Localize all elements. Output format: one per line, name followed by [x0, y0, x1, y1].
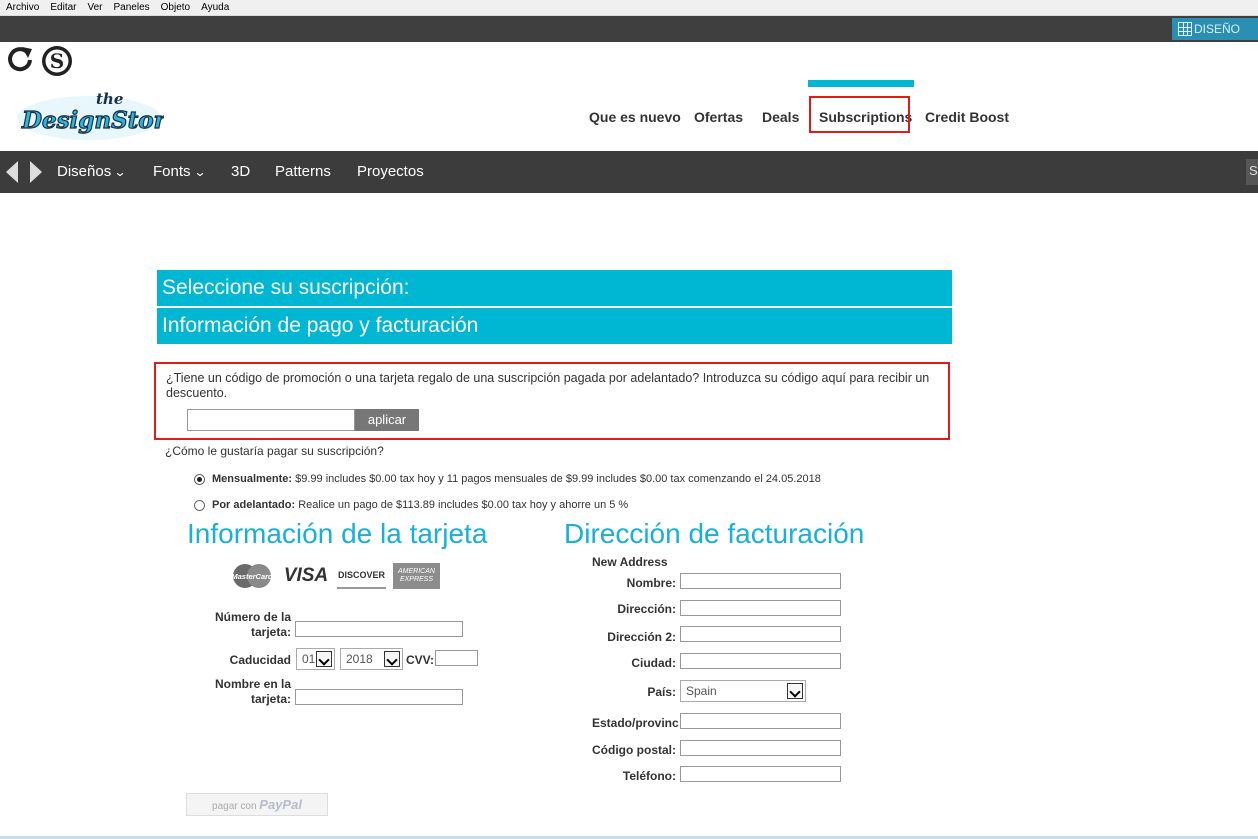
paypal-prefix: pagar con: [212, 801, 257, 812]
address-label: Dirección:: [617, 602, 676, 616]
expiry-year-value: 2018: [346, 652, 373, 666]
card-section-title: Información de la tarjeta: [187, 518, 488, 549]
nav-ofertas[interactable]: Ofertas: [694, 109, 743, 125]
menu-editar[interactable]: Editar: [50, 2, 76, 13]
cvv-label: CVV:: [405, 653, 434, 667]
menu-ver[interactable]: Ver: [87, 2, 102, 13]
chevron-down-icon: [316, 651, 332, 667]
app-menubar: Archivo Editar Ver Paneles Objeto Ayuda: [0, 0, 1258, 16]
subscriptions-highlight-box: [809, 96, 910, 133]
state-label: Estado/provinc: [592, 716, 679, 730]
app-toolbar: DISEÑO: [0, 16, 1258, 42]
city-input[interactable]: [680, 653, 841, 669]
country-label: País:: [647, 685, 676, 699]
country-select[interactable]: Spain: [680, 680, 806, 702]
card-number-label-line2: tarjeta:: [250, 625, 291, 639]
svg-text:S: S: [50, 49, 64, 73]
visa-logo: VISA: [283, 565, 329, 586]
postal-label: Código postal:: [592, 743, 676, 757]
phone-label: Teléfono:: [622, 769, 676, 783]
mastercard-logo: MasterCard: [230, 563, 274, 589]
expiry-month-value: 01: [302, 652, 316, 666]
name-input[interactable]: [680, 573, 841, 589]
city-label: Ciudad:: [631, 656, 676, 670]
nav-credit-boost[interactable]: Credit Boost: [925, 109, 1009, 125]
expiry-label: Caducidad: [229, 653, 291, 667]
nav-que-es-nuevo[interactable]: Que es nuevo: [589, 109, 681, 125]
upfront-label: Por adelantado:: [212, 499, 296, 511]
nav-proyectos[interactable]: Proyectos: [357, 163, 424, 180]
nav-fonts[interactable]: Fonts ⌄: [153, 163, 207, 180]
postal-input[interactable]: [680, 740, 841, 756]
state-input[interactable]: [680, 713, 841, 729]
chevron-down-icon: ⌄: [193, 165, 207, 179]
chevron-down-icon: [384, 651, 400, 667]
phone-input[interactable]: [680, 766, 841, 782]
tab-diseno[interactable]: DISEÑO: [1172, 18, 1258, 40]
monthly-option-text: Mensualmente: $9.99 includes $0.00 tax h…: [212, 473, 821, 485]
promo-code-input[interactable]: [187, 409, 355, 431]
address2-label: Dirección 2:: [607, 630, 676, 644]
top-navigation: Que es nuevo Ofertas Deals Subscriptions…: [0, 100, 1258, 132]
nav-disenos-label: Diseños: [57, 163, 112, 180]
apply-promo-button[interactable]: aplicar: [355, 409, 419, 431]
cvv-input[interactable]: [435, 650, 478, 666]
amex-logo: AMERICAN EXPRESS: [393, 563, 440, 589]
card-number-label: Número de la tarjeta:: [180, 610, 291, 640]
paypal-logo: PayPal: [259, 797, 302, 812]
promo-code-box: ¿Tiene un código de promoción o una tarj…: [154, 362, 950, 440]
address-input[interactable]: [680, 600, 841, 616]
expiry-year-select[interactable]: 2018: [340, 648, 403, 670]
back-arrow-icon[interactable]: [6, 161, 18, 183]
subscriptions-active-indicator: [808, 80, 914, 87]
upfront-radio[interactable]: [194, 500, 205, 511]
payment-band-title: Información de pago y facturación: [162, 314, 479, 337]
nav-search-stub[interactable]: S: [1246, 159, 1258, 185]
silhouette-store-icon[interactable]: S: [41, 45, 73, 77]
nav-deals[interactable]: Deals: [762, 109, 799, 125]
card-number-input[interactable]: [295, 621, 463, 637]
upfront-option-text: Por adelantado: Realice un pago de $113.…: [212, 499, 628, 511]
forward-arrow-icon[interactable]: [30, 161, 42, 183]
grid-icon: [1178, 22, 1192, 36]
payment-question: ¿Cómo le gustaría pagar su suscripción?: [165, 444, 384, 458]
discover-logo: DISCOVER: [337, 563, 386, 589]
menu-objeto[interactable]: Objeto: [161, 2, 190, 13]
card-name-label: Nombre en la tarjeta:: [180, 677, 291, 707]
address2-input[interactable]: [680, 626, 841, 642]
chevron-down-icon: [787, 683, 803, 699]
paypal-button[interactable]: pagar con PayPal: [186, 793, 328, 816]
nav-disenos[interactable]: Diseños ⌄: [57, 163, 127, 180]
svg-text:MasterCard: MasterCard: [231, 572, 273, 581]
monthly-label: Mensualmente:: [212, 473, 293, 485]
menu-ayuda[interactable]: Ayuda: [201, 2, 229, 13]
new-address-label: New Address: [592, 555, 668, 569]
monthly-radio[interactable]: [194, 474, 205, 485]
card-name-input[interactable]: [295, 689, 463, 705]
chevron-down-icon: ⌄: [113, 165, 127, 179]
billing-section-title: Dirección de facturación: [564, 518, 865, 549]
promo-text: ¿Tiene un código de promoción o una tarj…: [166, 371, 930, 400]
mastercard-icon: MasterCard: [231, 564, 273, 588]
card-number-label-line1: Número de la: [214, 610, 291, 624]
country-value: Spain: [686, 684, 717, 698]
menu-paneles[interactable]: Paneles: [114, 2, 150, 13]
subscription-band-title: Seleccione su suscripción:: [162, 276, 410, 299]
nav-3d[interactable]: 3D: [231, 163, 250, 180]
expiry-month-select[interactable]: 01: [296, 648, 335, 670]
payment-band[interactable]: Información de pago y facturación: [157, 308, 952, 344]
subscription-band[interactable]: Seleccione su suscripción:: [157, 270, 952, 306]
tab-diseno-label: DISEÑO: [1194, 22, 1241, 36]
category-navbar: Diseños ⌄ Fonts ⌄ 3D Patterns Proyectos S: [0, 151, 1258, 193]
nav-fonts-label: Fonts: [153, 163, 191, 180]
refresh-icon[interactable]: [5, 45, 35, 75]
card-name-label-line2: tarjeta:: [250, 692, 291, 706]
upfront-detail: Realice un pago de $113.89 includes $0.0…: [298, 499, 629, 511]
card-name-label-line1: Nombre en la: [214, 677, 291, 691]
name-label: Nombre:: [626, 576, 676, 590]
nav-patterns[interactable]: Patterns: [275, 163, 331, 180]
monthly-detail: $9.99 includes $0.00 tax hoy y 11 pagos …: [295, 473, 821, 485]
menu-archivo[interactable]: Archivo: [6, 2, 39, 13]
